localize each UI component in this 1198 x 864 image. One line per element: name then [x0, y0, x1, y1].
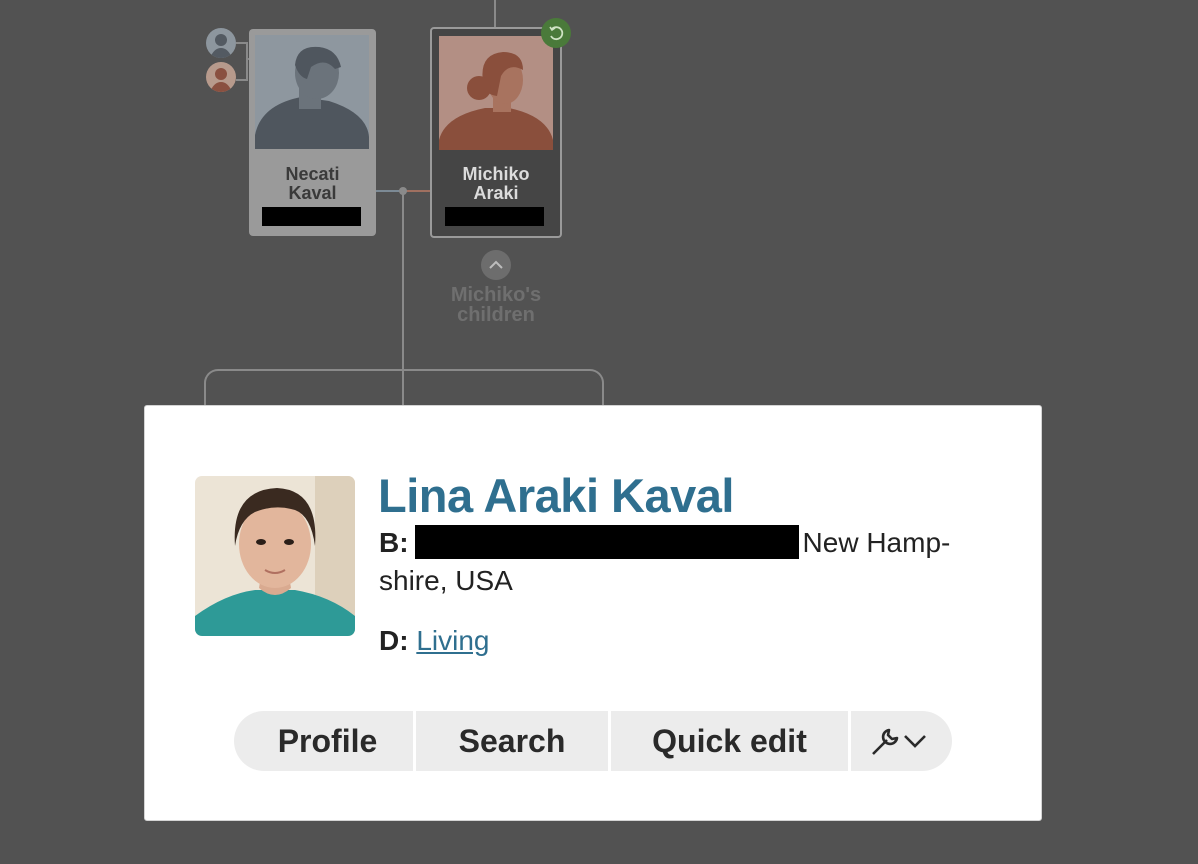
father-name: Necati Kaval	[285, 164, 340, 203]
death-fact: D: Living	[379, 622, 490, 660]
person-popup: Lina Araki Kaval B: New Hamp-shire, USA D…	[144, 405, 1042, 821]
tree-line-couple-mother-side	[404, 190, 432, 192]
children-toggle-label[interactable]: Michiko's children	[436, 285, 556, 325]
person-photo	[195, 476, 355, 636]
birth-fact: B: New Hamp-shire, USA	[379, 524, 979, 600]
chevron-up-icon	[489, 260, 503, 269]
popup-button-bar: Profile Search Quick edit	[234, 711, 952, 771]
grandparent-connector	[236, 42, 248, 81]
father-placeholder-avatar	[255, 35, 369, 149]
refresh-icon[interactable]	[541, 18, 571, 48]
tree-line-mother-up	[494, 0, 496, 27]
birth-label: B:	[379, 527, 409, 558]
chevron-down-icon	[903, 735, 926, 748]
mother-placeholder-avatar	[439, 36, 553, 150]
father-card[interactable]: Necati Kaval	[249, 29, 376, 236]
mother-card[interactable]: Michiko Araki	[430, 27, 562, 238]
mother-dates-redacted	[445, 207, 544, 226]
grandparent-father-avatar[interactable]	[206, 28, 236, 58]
mother-name: Michiko Araki	[462, 164, 530, 203]
person-name[interactable]: Lina Araki Kaval	[378, 468, 734, 524]
father-dates-redacted	[262, 207, 361, 226]
search-button[interactable]: Search	[416, 711, 611, 771]
death-label: D:	[379, 625, 409, 656]
tools-menu-button[interactable]	[851, 711, 952, 771]
quick-edit-button[interactable]: Quick edit	[611, 711, 851, 771]
wrench-icon	[871, 728, 898, 755]
profile-button[interactable]: Profile	[234, 711, 416, 771]
children-toggle-button[interactable]	[481, 250, 511, 280]
grandparent-mother-avatar[interactable]	[206, 62, 236, 92]
birth-date-redacted	[414, 525, 799, 559]
death-status-link[interactable]: Living	[416, 625, 489, 656]
